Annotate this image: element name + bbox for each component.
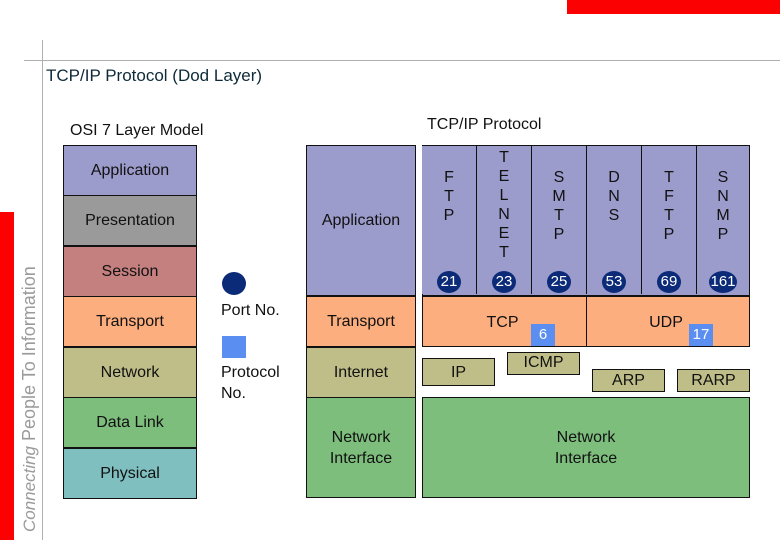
osi-layer-presentation: Presentation — [63, 195, 197, 246]
osi-layer-transport: Transport — [63, 296, 197, 347]
network-interface-label: Network — [556, 428, 616, 446]
protocol-number-legend-icon — [222, 336, 246, 358]
protocol-number-legend-label: Protocol No. — [221, 362, 280, 404]
tcpip-title: TCP/IP Protocol — [427, 116, 542, 133]
protocol-dns-letters: DNS — [608, 169, 620, 224]
osi-layer-label: Transport — [96, 313, 164, 330]
protocol-rarp-label: RARP — [691, 372, 736, 389]
side-accent-bar — [0, 212, 14, 540]
protocol-tcp: TCP — [422, 296, 587, 347]
page-title: TCP/IP Protocol (Dod Layer) — [46, 66, 263, 85]
port-badge-smtp: 25 — [547, 271, 571, 293]
protocol-icmp-label: ICMP — [523, 354, 564, 371]
osi-layer-physical: Physical — [63, 448, 197, 499]
tcpip-layer-label: Internet — [333, 364, 389, 381]
protocol-tcp-label: TCP — [486, 314, 519, 331]
osi-layer-label: Session — [101, 263, 159, 280]
osi-layer-label: Application — [90, 162, 170, 179]
protocol-ip: IP — [422, 358, 495, 386]
protocol-tftp: TFTP 69 — [641, 146, 696, 294]
tcpip-layer-internet: Internet — [306, 347, 416, 398]
protocol-arp: ARP — [592, 369, 665, 392]
protocol-icmp: ICMP — [507, 352, 580, 375]
protocol-number-badge-udp: 17 — [689, 324, 713, 346]
port-number-legend-label: Port No. — [221, 302, 280, 319]
protocol-udp: UDP — [586, 296, 750, 347]
osi-layer-label: Data Link — [96, 414, 164, 431]
port-badge-ftp: 21 — [437, 271, 461, 293]
port-badge-tftp: 69 — [657, 271, 681, 293]
tcpip-layer-label: Transport — [327, 313, 395, 330]
osi-layer-label: Network — [100, 364, 160, 381]
osi-layer-data-link: Data Link — [63, 397, 197, 448]
tcpip-layer-label: Interface — [329, 449, 393, 467]
protocol-tftp-letters: TFTP — [663, 169, 675, 243]
tcpip-layer-network-interface: Network Interface — [306, 397, 416, 498]
protocol-snmp: SNMP 161 — [696, 146, 749, 294]
port-badge-snmp: 161 — [709, 271, 737, 293]
tcpip-layer-application: Application — [306, 145, 416, 296]
tagline-rest: People To Information — [19, 266, 39, 446]
header-divider — [24, 60, 780, 61]
protocol-arp-label: ARP — [612, 372, 645, 389]
tagline-italic: Connecting — [20, 445, 39, 532]
protocol-telnet-letters: TELNET — [498, 149, 510, 261]
protocol-legend-line1: Protocol — [221, 364, 280, 381]
protocol-rarp: RARP — [677, 369, 750, 392]
osi-model-title: OSI 7 Layer Model — [70, 122, 204, 139]
protocol-ip-label: IP — [450, 363, 467, 381]
protocol-number-badge-tcp: 6 — [531, 324, 555, 346]
top-accent-bar — [567, 0, 780, 14]
port-number-legend-icon — [222, 272, 246, 295]
left-divider — [42, 40, 43, 540]
osi-layer-session: Session — [63, 246, 197, 297]
port-badge-telnet: 23 — [492, 271, 516, 293]
tagline: Connecting People To Information — [18, 212, 40, 532]
tcpip-layer-label: Network — [331, 428, 391, 446]
osi-layer-label: Physical — [100, 465, 160, 482]
protocol-ftp: FTP 21 — [421, 146, 477, 294]
protocol-ftp-letters: FTP — [443, 169, 455, 224]
protocol-legend-line2: No. — [221, 385, 246, 402]
tcpip-layer-label: Application — [321, 212, 401, 229]
protocol-network-interface: Network Interface — [422, 397, 750, 498]
protocol-telnet: TELNET 23 — [476, 146, 531, 294]
application-protocols-group: FTP 21 TELNET 23 SMTP 25 DNS 53 TFTP 69 … — [421, 145, 750, 296]
protocol-smtp-letters: SMTP — [552, 169, 566, 243]
tcpip-layer-transport: Transport — [306, 296, 416, 347]
osi-layer-label: Presentation — [85, 212, 175, 229]
osi-layer-network: Network — [63, 347, 197, 398]
network-interface-label: Interface — [554, 449, 618, 467]
port-badge-dns: 53 — [602, 271, 626, 293]
protocol-udp-label: UDP — [649, 314, 683, 331]
protocol-snmp-letters: SNMP — [716, 169, 730, 243]
osi-layer-application: Application — [63, 145, 197, 196]
protocol-smtp: SMTP 25 — [531, 146, 586, 294]
protocol-dns: DNS 53 — [586, 146, 641, 294]
